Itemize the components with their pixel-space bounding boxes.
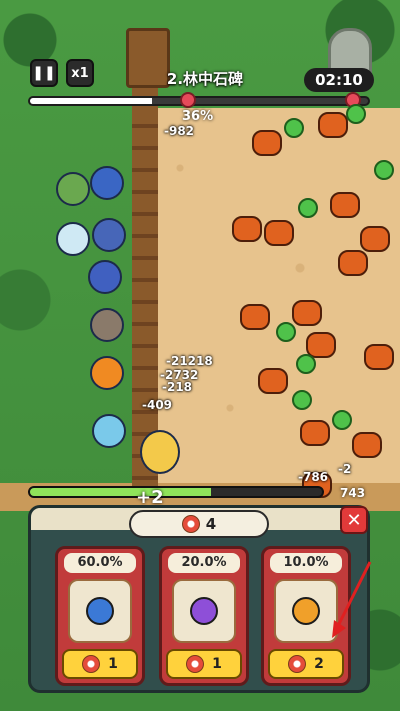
token-counter: 4 (129, 510, 269, 538)
enemy-slime (296, 354, 316, 374)
card-art (274, 579, 338, 643)
card-art (172, 579, 236, 643)
enemy-fire-imp (318, 112, 348, 138)
draw-button[interactable]: 1 (62, 649, 138, 679)
draw-cost: 1 (212, 656, 222, 672)
xp-fill (30, 488, 212, 496)
enemy-slime (298, 198, 318, 218)
enemy-fire-imp (240, 304, 270, 330)
pointer-arrow-icon (332, 561, 372, 638)
token-icon (186, 655, 205, 673)
card-chance: 60.0% (64, 553, 136, 573)
hero-mage[interactable] (88, 260, 122, 294)
speed-label: x1 (71, 65, 89, 81)
hero-gunner[interactable] (90, 166, 124, 200)
skill-draw-panel: 4 60.0% 1 20.0% 1 10.0% 2 (28, 505, 370, 693)
draw-button[interactable]: 2 (268, 649, 344, 679)
gold-gem-icon (292, 597, 320, 625)
close-button[interactable]: ✕ (340, 506, 368, 534)
hero-whirlwind[interactable] (56, 222, 90, 256)
purple-gem-icon (190, 597, 218, 625)
enemy-fire-imp (292, 300, 322, 326)
hero-archer[interactable] (56, 172, 90, 206)
damage-number: -2 (338, 462, 352, 476)
enemy-fire-imp (300, 420, 330, 446)
blue-gem-icon (86, 597, 114, 625)
close-icon: ✕ (346, 509, 362, 531)
hero-fire-spirit[interactable] (90, 356, 124, 390)
damage-number: -409 (142, 398, 173, 412)
hero-knight[interactable] (90, 308, 124, 342)
enemy-slime (284, 118, 304, 138)
hero-wizard[interactable] (92, 218, 126, 252)
progress-percent: 36% (182, 109, 214, 124)
wave-progress-bar (28, 96, 370, 106)
boss-skull-icon (180, 92, 196, 108)
wave-progress-fill (30, 98, 152, 104)
skill-card-common[interactable]: 60.0% 1 (55, 546, 145, 686)
damage-number: -218 (162, 380, 193, 394)
draw-button[interactable]: 1 (166, 649, 242, 679)
enemy-fire-imp (352, 432, 382, 458)
draw-cost: 2 (314, 656, 324, 672)
damage-number: -786 (298, 470, 329, 484)
hero-ice-spirit[interactable] (92, 414, 126, 448)
enemy-slime (332, 410, 352, 430)
level-title: 2.林中石碑 (166, 70, 244, 88)
enemy-fire-imp (338, 250, 368, 276)
token-count: 4 (205, 515, 217, 533)
enemy-fire-imp (360, 226, 390, 252)
enemy-fire-imp (252, 130, 282, 156)
skill-card-epic[interactable]: 20.0% 1 (159, 546, 249, 686)
enemy-fire-imp (232, 216, 262, 242)
hero-swordsman[interactable] (140, 430, 180, 474)
damage-number: -21218 (166, 354, 213, 368)
enemy-fire-imp (330, 192, 360, 218)
enemy-fire-imp (264, 220, 294, 246)
game-stage: ❚❚ x1 2.林中石碑 02:10 36% -982 -21218 -2732… (0, 0, 400, 711)
damage-number: -982 (164, 124, 195, 138)
kill-count: 743 (340, 486, 366, 500)
token-icon (181, 515, 200, 533)
enemy-slime (292, 390, 312, 410)
speed-button[interactable]: x1 (66, 59, 94, 87)
enemy-fire-imp (364, 344, 394, 370)
xp-bar (28, 486, 324, 498)
pause-icon: ❚❚ (32, 65, 56, 81)
draw-cost: 1 (108, 656, 118, 672)
token-icon (288, 655, 307, 673)
card-chance: 20.0% (168, 553, 240, 573)
wooden-fence (132, 40, 158, 495)
enemy-fire-imp (258, 368, 288, 394)
card-art (68, 579, 132, 643)
token-icon (82, 655, 101, 673)
timer: 02:10 (304, 68, 374, 92)
pause-button[interactable]: ❚❚ (30, 59, 58, 87)
enemy-slime (346, 104, 366, 124)
enemy-slime (276, 322, 296, 342)
enemy-slime (374, 160, 394, 180)
